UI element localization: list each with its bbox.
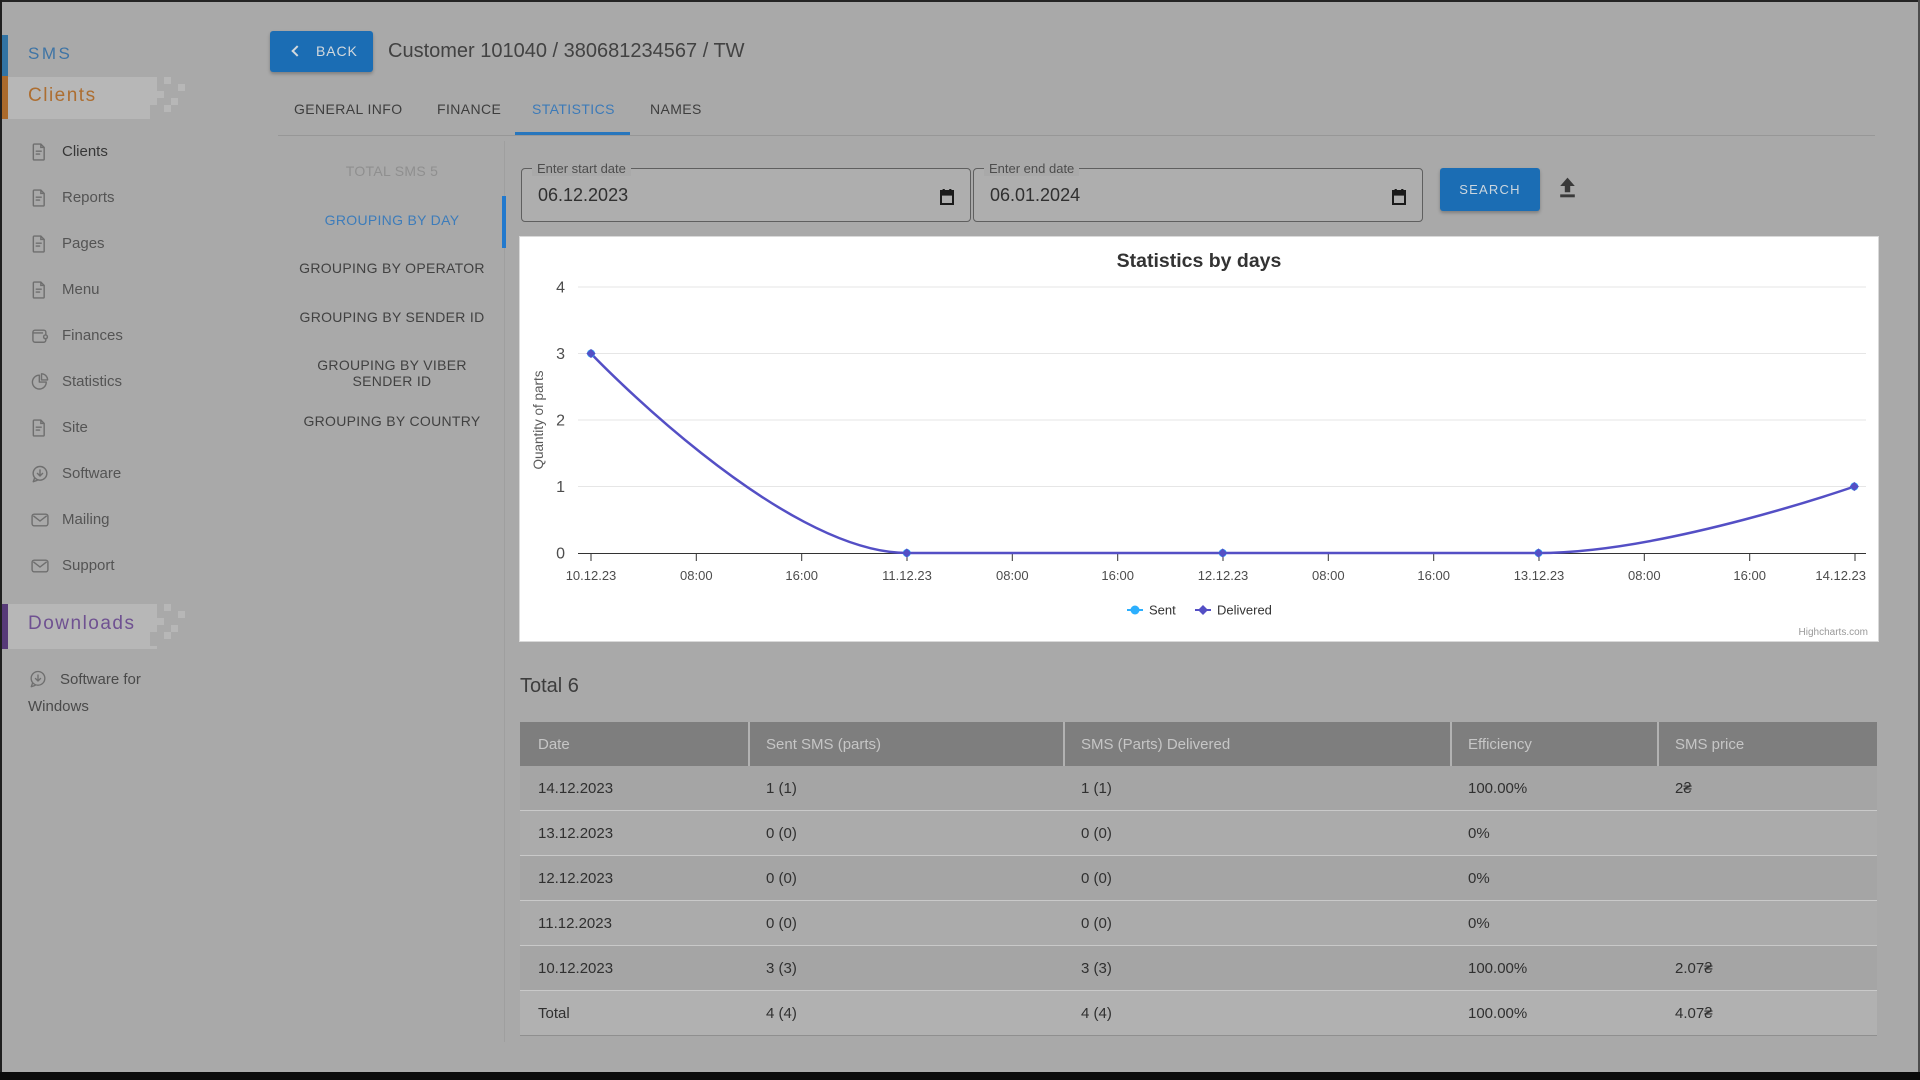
svg-text:2: 2 — [556, 413, 565, 430]
svg-text:Delivered: Delivered — [1217, 603, 1272, 618]
svg-text:Sent: Sent — [1149, 603, 1176, 618]
svg-text:Quantity of parts: Quantity of parts — [531, 370, 546, 469]
svg-text:Statistics by days: Statistics by days — [1117, 250, 1282, 272]
svg-text:16:00: 16:00 — [1733, 568, 1766, 583]
svg-text:16:00: 16:00 — [1417, 568, 1450, 583]
svg-text:0: 0 — [556, 546, 565, 563]
svg-text:13.12.23: 13.12.23 — [1514, 568, 1565, 583]
svg-text:Highcharts.com: Highcharts.com — [1799, 627, 1868, 638]
svg-text:08:00: 08:00 — [996, 568, 1029, 583]
svg-text:08:00: 08:00 — [680, 568, 713, 583]
svg-text:14.12.23: 14.12.23 — [1815, 568, 1866, 583]
svg-text:4: 4 — [556, 280, 565, 297]
svg-text:08:00: 08:00 — [1628, 568, 1661, 583]
svg-text:1: 1 — [556, 479, 565, 496]
svg-text:12.12.23: 12.12.23 — [1198, 568, 1249, 583]
svg-text:11.12.23: 11.12.23 — [882, 568, 932, 583]
svg-text:16:00: 16:00 — [785, 568, 818, 583]
svg-text:08:00: 08:00 — [1312, 568, 1345, 583]
svg-text:16:00: 16:00 — [1101, 568, 1134, 583]
svg-text:3: 3 — [556, 346, 565, 363]
svg-text:10.12.23: 10.12.23 — [566, 568, 617, 583]
